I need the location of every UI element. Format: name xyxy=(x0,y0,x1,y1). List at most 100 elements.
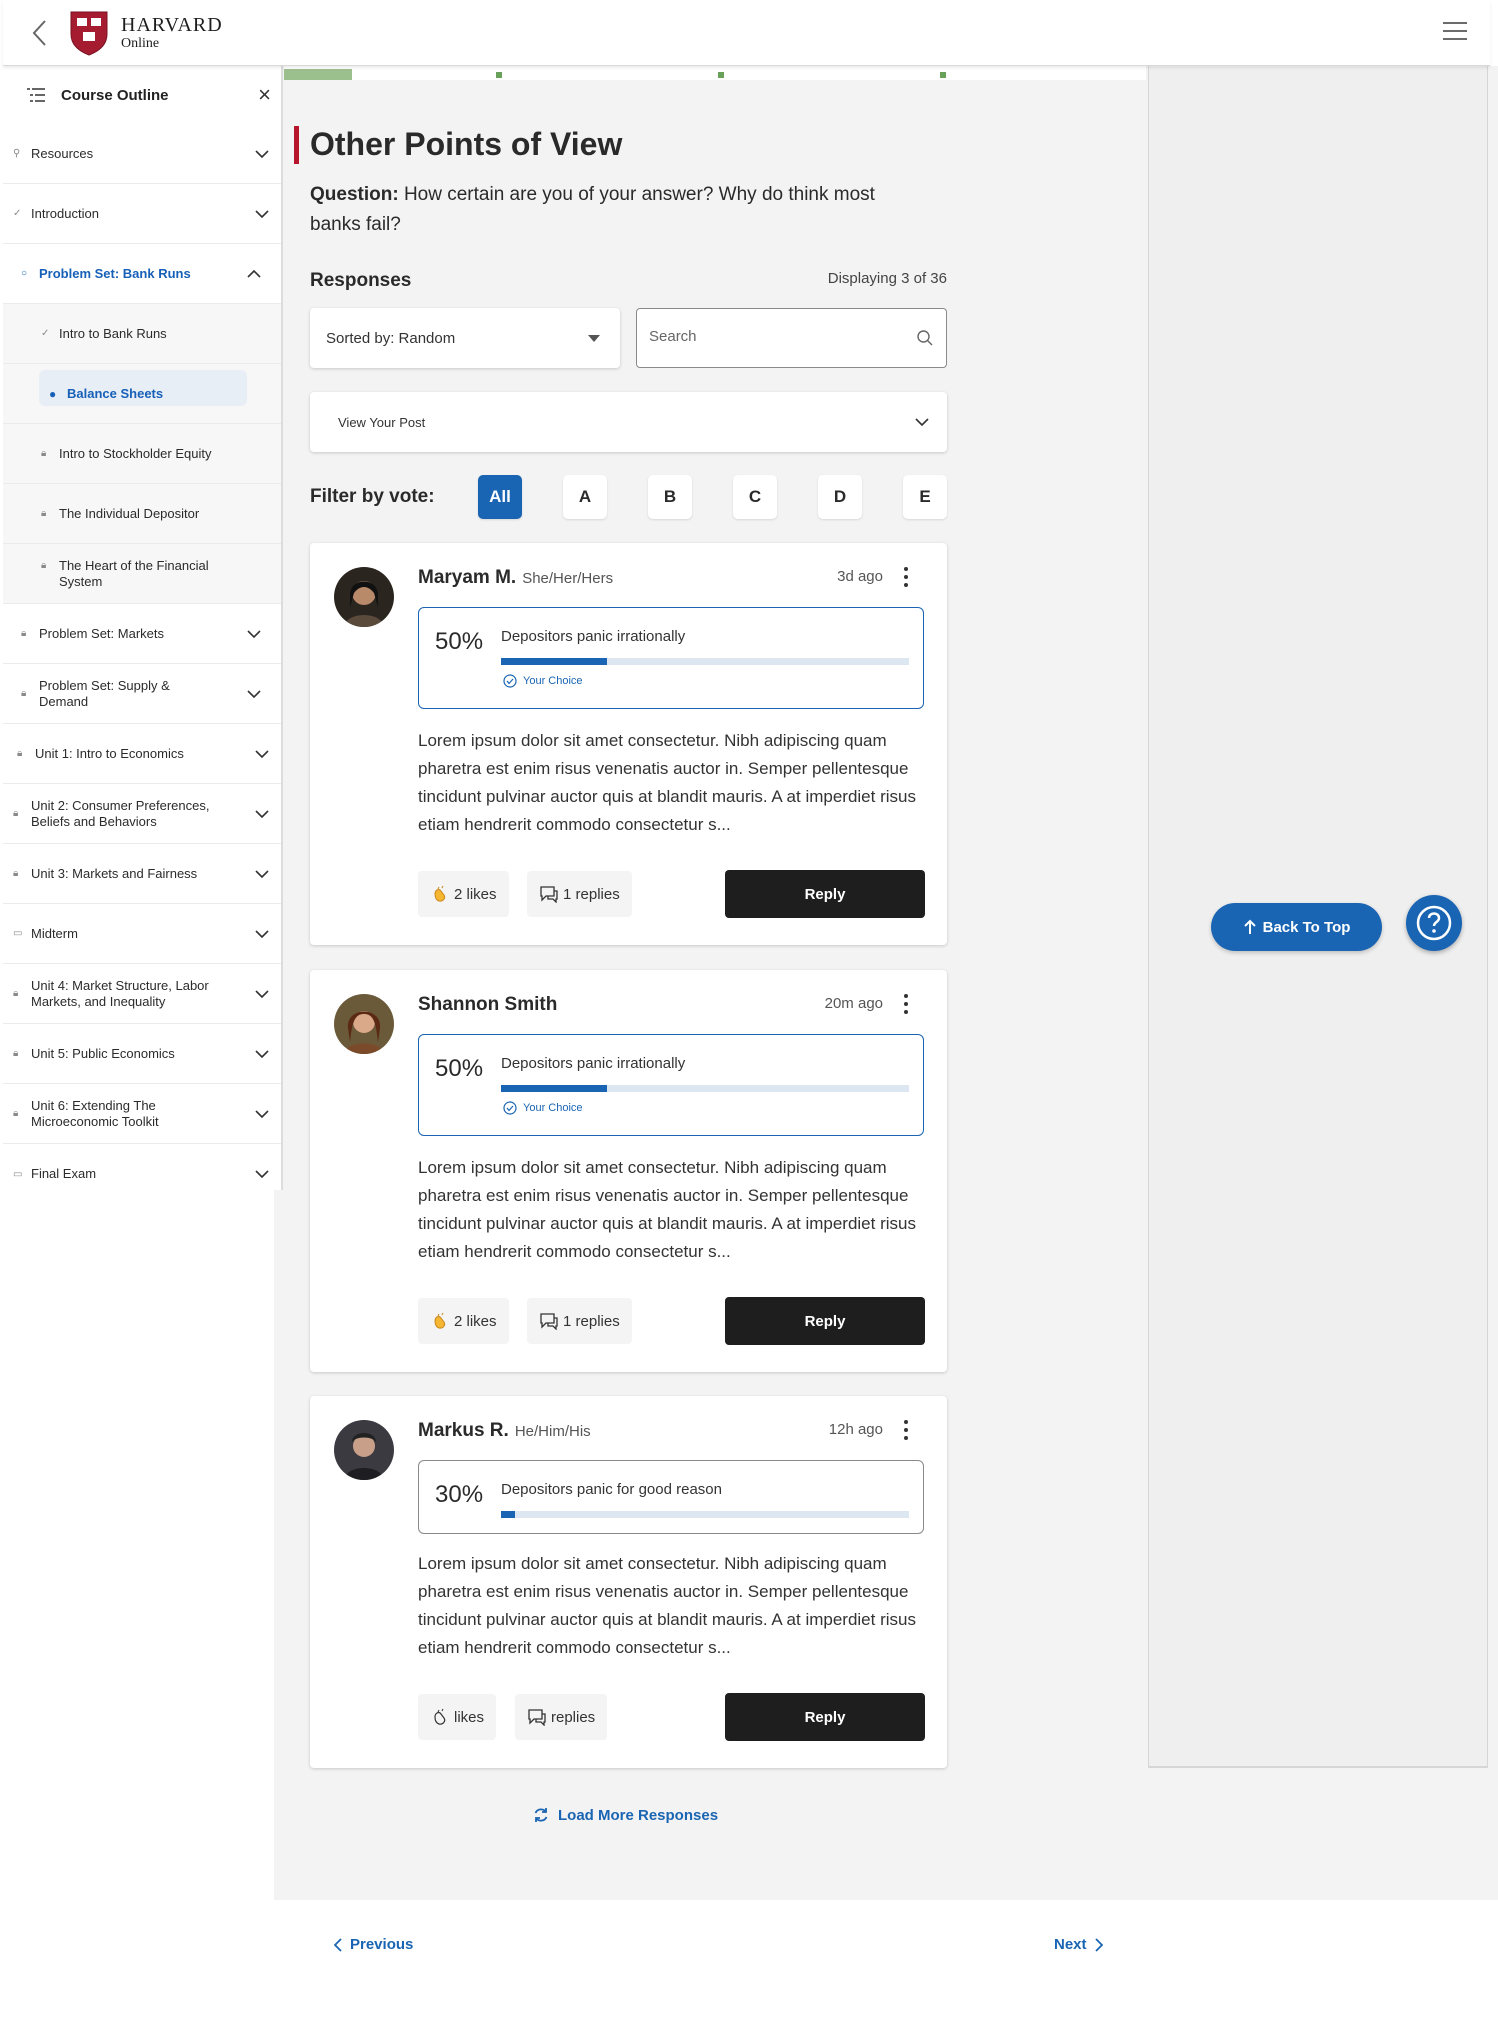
hamburger-menu-icon[interactable] xyxy=(1443,22,1467,42)
more-options-icon[interactable] xyxy=(903,1420,909,1442)
chevron-left-icon xyxy=(334,1937,342,1952)
lock-icon: 🔒︎ xyxy=(21,688,27,699)
chevron-down-icon xyxy=(255,989,269,998)
reply-button[interactable]: Reply xyxy=(725,1297,925,1345)
chevron-up-icon xyxy=(247,269,261,278)
arrow-up-icon xyxy=(1243,919,1256,934)
sidebar-item-midterm[interactable]: ▭ Midterm xyxy=(3,904,281,964)
progress-segment xyxy=(284,69,352,80)
check-icon: ✓ xyxy=(41,328,50,339)
sidebar-item-label: Balance Sheets xyxy=(67,385,164,401)
harvard-shield-icon xyxy=(70,11,108,56)
lock-icon: 🔒︎ xyxy=(41,560,47,571)
pin-icon: ⚲ xyxy=(13,148,21,159)
question: Question: How certain are you of your an… xyxy=(310,180,930,240)
avatar[interactable] xyxy=(334,994,394,1054)
chevron-down-icon xyxy=(255,809,269,818)
post-body: Lorem ipsum dolor sit amet consectetur. … xyxy=(418,1554,916,1657)
replies-button[interactable]: 1 replies xyxy=(527,1298,632,1344)
sidebar-item-unit-2[interactable]: 🔒︎ Unit 2: Consumer Preferences, Beliefs… xyxy=(3,784,281,844)
chevron-down-icon xyxy=(255,1049,269,1058)
like-button[interactable]: 2 likes xyxy=(418,871,509,917)
vote-bar-fill xyxy=(501,1511,516,1518)
filter-c-button[interactable]: C xyxy=(733,475,777,519)
back-chevron-icon[interactable] xyxy=(29,18,53,48)
filter-b-button[interactable]: B xyxy=(648,475,692,519)
avatar[interactable] xyxy=(334,567,394,627)
sidebar-item-label: Intro to Stockholder Equity xyxy=(59,445,212,461)
author-name[interactable]: Markus R. He/Him/His xyxy=(418,1420,591,1442)
sidebar-item-unit-3[interactable]: 🔒︎ Unit 3: Markets and Fairness xyxy=(3,844,281,904)
chevron-right-icon xyxy=(1094,1937,1103,1952)
sidebar-item-label: Problem Set: Markets xyxy=(39,625,164,641)
filter-label: Filter by vote: xyxy=(310,486,435,507)
view-your-post-toggle[interactable]: View Your Post xyxy=(310,392,947,452)
filter-a-button[interactable]: A xyxy=(563,475,607,519)
response-card: Markus R. He/Him/His 12h ago 30% Deposito… xyxy=(310,1396,947,1768)
responses-title: Responses xyxy=(310,270,412,291)
progress-marker xyxy=(718,72,724,78)
sidebar-item-label: Final Exam xyxy=(31,1166,97,1181)
sidebar-subitem-intro-to-stockholder-equity[interactable]: 🔒︎ Intro to Stockholder Equity xyxy=(3,424,281,484)
sidebar-item-final-exam[interactable]: ▭ Final Exam xyxy=(3,1144,281,1204)
replies-button[interactable]: 1 replies xyxy=(527,871,632,917)
reply-button[interactable]: Reply xyxy=(725,1693,925,1741)
load-more-button[interactable]: Load More Responses xyxy=(532,1806,718,1824)
your-choice-badge: Your Choice xyxy=(503,674,583,688)
back-to-top-button[interactable]: Back To Top xyxy=(1211,903,1382,951)
sidebar-item-problem-set-markets[interactable]: 🔒︎ Problem Set: Markets xyxy=(3,604,281,664)
lock-icon: 🔒︎ xyxy=(21,628,27,639)
lock-icon: 🔒︎ xyxy=(41,508,47,519)
avatar[interactable] xyxy=(334,1420,394,1480)
sort-dropdown[interactable]: Sorted by: Random xyxy=(310,308,620,368)
sidebar-subitem-intro-to-bank-runs[interactable]: ✓ Intro to Bank Runs xyxy=(3,304,281,364)
reply-button[interactable]: Reply xyxy=(725,870,925,918)
more-options-icon[interactable] xyxy=(903,994,909,1016)
chevron-down-icon xyxy=(255,209,269,218)
sidebar-item-resources[interactable]: ⚲ Resources xyxy=(3,124,281,184)
next-link[interactable]: Next xyxy=(1054,1936,1103,1953)
previous-link[interactable]: Previous xyxy=(334,1936,413,1953)
search-input[interactable] xyxy=(649,328,899,345)
help-button[interactable] xyxy=(1406,895,1462,951)
sidebar-item-unit-6[interactable]: 🔒︎ Unit 6: Extending The Microeconomic T… xyxy=(3,1084,281,1144)
sidebar-item-introduction[interactable]: ✓ Introduction xyxy=(3,184,281,244)
sidebar-subitem-balance-sheets[interactable]: ● Balance Sheets xyxy=(3,364,281,424)
author-name[interactable]: Shannon Smith xyxy=(418,994,563,1016)
chevron-down-icon xyxy=(255,1109,269,1118)
top-bar: HARVARD Online xyxy=(3,0,1490,66)
sidebar-item-problem-set-bank-runs[interactable]: ○ Problem Set: Bank Runs xyxy=(3,244,281,304)
filter-d-button[interactable]: D xyxy=(818,475,862,519)
check-circle-icon xyxy=(503,674,517,688)
sidebar-item-label: Intro to Bank Runs xyxy=(59,325,167,341)
sidebar-item-label: Introduction xyxy=(31,205,99,221)
sidebar-item-label: Unit 4: Market Structure, Labor Markets,… xyxy=(31,977,209,1009)
vote-result: 50% Depositors panic irrationally Your C… xyxy=(418,607,924,709)
author-pronouns: She/Her/Hers xyxy=(522,570,614,587)
like-button[interactable]: 2 likes xyxy=(418,1298,509,1344)
lock-icon: 🔒︎ xyxy=(13,1108,19,1119)
sidebar-item-label: Problem Set: Supply & Demand xyxy=(39,677,170,709)
harvard-online-logo[interactable]: HARVARD Online xyxy=(69,10,223,56)
sidebar-item-unit-5[interactable]: 🔒︎ Unit 5: Public Economics xyxy=(3,1024,281,1084)
replies-button[interactable]: replies xyxy=(515,1694,608,1740)
question-mark-icon xyxy=(1416,905,1452,941)
author-name[interactable]: Maryam M. She/Her/Hers xyxy=(418,567,613,589)
filter-all-button[interactable]: All xyxy=(478,475,522,519)
search-field[interactable] xyxy=(636,308,947,368)
sort-label: Sorted by: Random xyxy=(326,329,456,347)
filter-e-button[interactable]: E xyxy=(903,475,947,519)
sidebar-subitem-individual-depositor[interactable]: 🔒︎ The Individual Depositor xyxy=(3,484,281,544)
sidebar-subitem-heart-of-financial-system[interactable]: 🔒︎ The Heart of the Financial System xyxy=(3,544,281,604)
search-icon[interactable] xyxy=(916,329,934,347)
sidebar-item-problem-set-supply-demand[interactable]: 🔒︎ Problem Set: Supply & Demand xyxy=(3,664,281,724)
check-icon: ✓ xyxy=(13,208,22,219)
chevron-down-icon xyxy=(247,629,261,638)
close-icon[interactable]: × xyxy=(258,84,271,106)
sidebar-item-unit-1[interactable]: 🔒︎ Unit 1: Intro to Economics xyxy=(3,724,281,784)
author-pronouns: He/Him/His xyxy=(514,1423,591,1440)
timestamp: 12h ago xyxy=(828,1421,883,1438)
like-button[interactable]: likes xyxy=(418,1694,497,1740)
more-options-icon[interactable] xyxy=(903,567,909,589)
sidebar-item-unit-4[interactable]: 🔒︎ Unit 4: Market Structure, Labor Marke… xyxy=(3,964,281,1024)
